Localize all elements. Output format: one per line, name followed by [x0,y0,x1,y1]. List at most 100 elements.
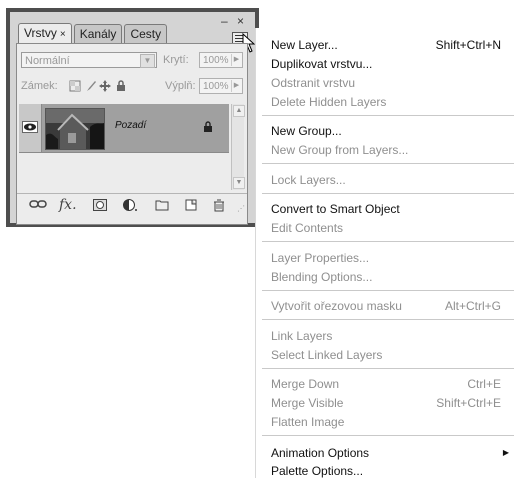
tab-paths-label: Cesty [130,27,162,41]
palette-body: – × Vrstvy × Kanály Cesty Normální ▼ Kry… [10,12,256,225]
menu-item-label: Vytvořit ořezovou masku [271,299,402,313]
menu-item-animation-options[interactable]: Animation Options ▶ [271,444,509,462]
blend-mode-select[interactable]: Normální ▼ [21,52,157,68]
layers-bottom-toolbar: fx. ⋰ [17,193,247,218]
menu-item-label: Animation Options [271,446,370,460]
layer-thumbnail [45,108,105,150]
menu-item-label: Edit Contents [271,221,344,235]
layers-panel-menu: New Layer... Shift+Ctrl+N Duplikovat vrs… [255,28,514,478]
menu-item-blending-options[interactable]: Blending Options... [271,268,501,286]
menu-item-label: New Group from Layers... [271,143,409,157]
fill-label: Výplň: [165,80,196,92]
menu-separator [262,319,514,320]
menu-item-label: New Layer... [271,38,338,52]
menu-item-new-layer[interactable]: New Layer... Shift+Ctrl+N [271,36,501,54]
menu-item-select-linked-layers[interactable]: Select Linked Layers [271,346,501,364]
tab-channels-label: Kanály [79,27,117,41]
layers-scrollbar[interactable]: ▲ ▼ [231,104,245,190]
lock-move-icon[interactable] [99,80,111,92]
menu-item-label: Layer Properties... [271,251,370,265]
fill-field[interactable]: 100% ▶ [199,78,243,94]
layers-palette: – × Vrstvy × Kanály Cesty Normální ▼ Kry… [6,8,259,227]
layers-list: Pozadí ▲ ▼ [19,104,245,190]
visibility-toggle[interactable] [19,104,42,152]
layers-tab-content: Normální ▼ Krytí: 100% ▶ Zámek: Výplň: 1… [16,43,248,225]
layer-lock-icon [204,121,212,132]
fx-icon[interactable]: fx. [59,197,77,213]
tab-paths[interactable]: Cesty [124,24,168,43]
opacity-field[interactable]: 100% ▶ [199,52,243,68]
menu-item-shortcut: Alt+Ctrl+G [444,299,501,313]
menu-item-delete-layer[interactable]: Odstranit vrstvu [271,74,501,92]
menu-separator [262,193,514,194]
submenu-arrow-icon: ▶ [502,448,509,457]
menu-item-new-group-from-layers[interactable]: New Group from Layers... [271,141,501,159]
mask-icon[interactable] [93,199,107,211]
menu-item-merge-down[interactable]: Merge Down Ctrl+E [271,375,501,393]
fill-value: 100% [203,81,229,92]
menu-item-label: Palette Options... [271,464,364,478]
chevron-right-icon[interactable]: ▶ [231,80,241,92]
chevron-down-icon: ▼ [140,54,155,68]
opacity-value: 100% [203,55,229,66]
menu-item-merge-visible[interactable]: Merge Visible Shift+Ctrl+E [271,394,501,412]
menu-item-create-clipping-mask[interactable]: Vytvořit ořezovou masku Alt+Ctrl+G [271,297,501,315]
lock-all-icon[interactable] [115,80,127,92]
opacity-label: Krytí: [163,54,189,66]
menu-separator [262,368,514,369]
menu-item-label: Duplikovat vrstvu... [271,57,373,71]
lock-transparency-icon[interactable] [69,80,81,92]
lock-label: Zámek: [21,80,58,92]
menu-item-new-group[interactable]: New Group... [271,122,501,140]
blend-row: Normální ▼ Krytí: 100% ▶ [21,52,243,70]
menu-item-flatten-image[interactable]: Flatten Image [271,413,501,431]
menu-item-convert-to-smart-object[interactable]: Convert to Smart Object [271,200,501,218]
lock-row: Zámek: Výplň: 100% ▶ [21,78,243,96]
trash-icon[interactable] [213,199,225,212]
menu-item-layer-properties[interactable]: Layer Properties... [271,249,501,267]
scroll-up-icon[interactable]: ▲ [233,105,245,117]
eye-icon [22,121,38,133]
menu-item-edit-contents[interactable]: Edit Contents [271,219,501,237]
menu-item-label: New Group... [271,124,342,138]
adjustment-icon[interactable] [123,199,139,213]
palette-tabs: Vrstvy × Kanály Cesty [18,23,169,44]
new-layer-icon[interactable] [185,199,197,211]
menu-item-label: Lock Layers... [271,173,346,187]
tab-layers[interactable]: Vrstvy × [18,23,72,44]
menu-item-label: Flatten Image [271,415,345,429]
lock-brush-icon[interactable] [85,80,97,92]
menu-separator [262,435,514,436]
menu-separator [262,290,514,291]
menu-item-shortcut: Shift+Ctrl+E [436,396,501,410]
window-buttons[interactable]: – × [221,14,247,28]
scroll-down-icon[interactable]: ▼ [233,177,245,189]
menu-separator [262,115,514,116]
link-icon[interactable] [29,199,47,209]
menu-item-label: Convert to Smart Object [271,202,400,216]
menu-item-duplicate-layer[interactable]: Duplikovat vrstvu... [271,55,501,73]
menu-separator [262,163,514,164]
chevron-right-icon[interactable]: ▶ [231,54,241,66]
menu-item-shortcut: Ctrl+E [467,377,501,391]
menu-item-label: Odstranit vrstvu [271,76,356,90]
tab-close-icon[interactable]: × [60,29,66,40]
menu-item-palette-options[interactable]: Palette Options... [271,462,501,480]
menu-item-label: Select Linked Layers [271,348,383,362]
tab-layers-label: Vrstvy [24,26,57,40]
layer-name[interactable]: Pozadí [115,120,146,131]
resize-grip-icon[interactable]: ⋰ [237,204,245,213]
menu-item-label: Blending Options... [271,270,373,284]
menu-item-delete-hidden-layers[interactable]: Delete Hidden Layers [271,93,501,111]
group-folder-icon[interactable] [155,199,169,211]
menu-item-label: Merge Visible [271,396,344,410]
menu-item-label: Delete Hidden Layers [271,95,387,109]
layer-row[interactable]: Pozadí [19,104,229,153]
menu-item-label: Link Layers [271,329,333,343]
menu-item-link-layers[interactable]: Link Layers [271,327,501,345]
blend-mode-value: Normální [25,55,70,67]
menu-item-lock-layers[interactable]: Lock Layers... [271,171,501,189]
tab-channels[interactable]: Kanály [73,24,123,43]
menu-item-shortcut: Shift+Ctrl+N [435,38,501,52]
menu-separator [262,241,514,242]
